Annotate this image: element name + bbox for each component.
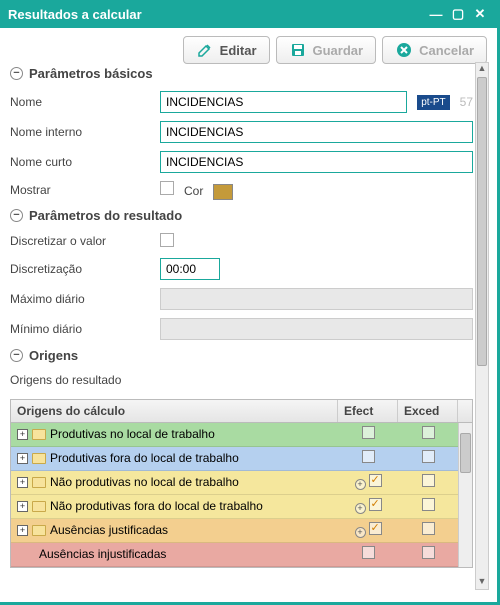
record-id: 57 xyxy=(460,95,473,109)
row-label: Ausências injustificadas xyxy=(39,547,166,561)
tree-expand-icon[interactable]: + xyxy=(17,525,28,536)
exced-checkbox[interactable] xyxy=(422,498,435,511)
grid-header-exced[interactable]: Exced xyxy=(398,400,458,422)
folder-icon xyxy=(32,453,46,464)
short-name-field[interactable] xyxy=(160,151,473,173)
table-row[interactable]: + Não produtivas no local de trabalho + xyxy=(11,471,458,495)
exced-checkbox[interactable] xyxy=(422,474,435,487)
efect-checkbox[interactable] xyxy=(362,426,375,439)
table-row[interactable]: + Ausências justificadas + xyxy=(11,519,458,543)
maximize-button[interactable]: ▢ xyxy=(449,6,467,22)
edit-label: Editar xyxy=(220,43,257,58)
internal-name-field[interactable] xyxy=(160,121,473,143)
save-icon xyxy=(289,41,307,59)
origins-result-label: Origens do resultado xyxy=(10,373,121,387)
expand-control-icon[interactable]: + xyxy=(355,503,366,514)
cancel-label: Cancelar xyxy=(419,43,474,58)
row-label: Produtivas no local de trabalho xyxy=(50,427,215,441)
name-label: Nome xyxy=(10,95,160,109)
discretize-label: Discretizar o valor xyxy=(10,234,160,248)
collapse-icon[interactable]: − xyxy=(10,349,23,362)
efect-checkbox[interactable] xyxy=(369,498,382,511)
table-row[interactable]: Ausências injustificadas xyxy=(11,543,458,567)
efect-checkbox[interactable] xyxy=(362,450,375,463)
cancel-button[interactable]: Cancelar xyxy=(382,36,487,64)
close-button[interactable]: ✕ xyxy=(471,6,489,22)
row-label: Ausências justificadas xyxy=(50,523,168,537)
minimize-button[interactable]: — xyxy=(427,6,445,22)
show-checkbox[interactable] xyxy=(160,181,174,195)
exced-checkbox[interactable] xyxy=(422,522,435,535)
efect-checkbox[interactable] xyxy=(369,522,382,535)
grid-header-efect[interactable]: Efect xyxy=(338,400,398,422)
expand-control-icon[interactable]: + xyxy=(355,479,366,490)
table-row[interactable]: + Produtivas fora do local de trabalho xyxy=(11,447,458,471)
grid-header: Origens do cálculo Efect Exced xyxy=(11,400,472,423)
origins-grid: Origens do cálculo Efect Exced + Produtiv… xyxy=(10,399,473,568)
section-result[interactable]: − Parâmetros do resultado xyxy=(10,204,473,229)
section-result-label: Parâmetros do resultado xyxy=(29,208,182,223)
color-swatch[interactable] xyxy=(213,184,233,200)
save-button[interactable]: Guardar xyxy=(276,36,377,64)
folder-icon xyxy=(32,525,46,536)
section-basic-label: Parâmetros básicos xyxy=(29,66,153,81)
row-label: Não produtivas fora do local de trabalho xyxy=(50,499,263,513)
short-name-label: Nome curto xyxy=(10,155,160,169)
section-origins-label: Origens xyxy=(29,348,78,363)
discretization-label: Discretização xyxy=(10,262,160,276)
scroll-down-icon[interactable]: ▼ xyxy=(476,576,488,589)
cancel-icon xyxy=(395,41,413,59)
tree-expand-icon[interactable]: + xyxy=(17,501,28,512)
table-row[interactable]: + Produtivas no local de trabalho xyxy=(11,423,458,447)
collapse-icon[interactable]: − xyxy=(10,209,23,222)
folder-icon xyxy=(32,501,46,512)
efect-checkbox[interactable] xyxy=(362,546,375,559)
table-row[interactable]: + Não produtivas fora do local de trabalh… xyxy=(11,495,458,519)
collapse-icon[interactable]: − xyxy=(10,67,23,80)
language-badge[interactable]: pt-PT xyxy=(417,95,449,110)
save-label: Guardar xyxy=(313,43,364,58)
edit-button[interactable]: Editar xyxy=(183,36,270,64)
form-panel: − Parâmetros básicos Nome pt-PT 57 Nome … xyxy=(10,62,473,590)
tree-expand-icon[interactable]: + xyxy=(17,429,28,440)
efect-checkbox[interactable] xyxy=(369,474,382,487)
name-field[interactable] xyxy=(160,91,407,113)
color-label: Cor xyxy=(184,184,203,198)
max-daily-label: Máximo diário xyxy=(10,292,160,306)
min-daily-label: Mínimo diário xyxy=(10,322,160,336)
folder-icon xyxy=(32,429,46,440)
internal-name-label: Nome interno xyxy=(10,125,160,139)
panel-scroll-thumb[interactable] xyxy=(477,77,487,366)
show-label: Mostrar xyxy=(10,183,160,197)
discretization-field[interactable] xyxy=(160,258,220,280)
section-basic[interactable]: − Parâmetros básicos xyxy=(10,62,473,87)
grid-scroll-thumb[interactable] xyxy=(460,433,471,473)
grid-header-origins[interactable]: Origens do cálculo xyxy=(11,400,338,422)
max-daily-field[interactable] xyxy=(160,288,473,310)
expand-control-icon[interactable]: + xyxy=(355,527,366,538)
exced-checkbox[interactable] xyxy=(422,546,435,559)
exced-checkbox[interactable] xyxy=(422,426,435,439)
scroll-up-icon[interactable]: ▲ xyxy=(476,63,488,76)
row-label: Não produtivas no local de trabalho xyxy=(50,475,239,489)
folder-icon xyxy=(32,477,46,488)
section-origins[interactable]: − Origens xyxy=(10,344,473,369)
titlebar: Resultados a calcular — ▢ ✕ xyxy=(0,0,497,28)
discretize-checkbox[interactable] xyxy=(160,233,174,247)
row-label: Produtivas fora do local de trabalho xyxy=(50,451,239,465)
tree-expand-icon[interactable]: + xyxy=(17,477,28,488)
pencil-icon xyxy=(196,41,214,59)
min-daily-field[interactable] xyxy=(160,318,473,340)
tree-expand-icon[interactable]: + xyxy=(17,453,28,464)
window-title: Resultados a calcular xyxy=(8,7,142,22)
exced-checkbox[interactable] xyxy=(422,450,435,463)
panel-scrollbar[interactable]: ▲ ▼ xyxy=(475,62,489,590)
grid-scrollbar[interactable] xyxy=(458,423,472,567)
